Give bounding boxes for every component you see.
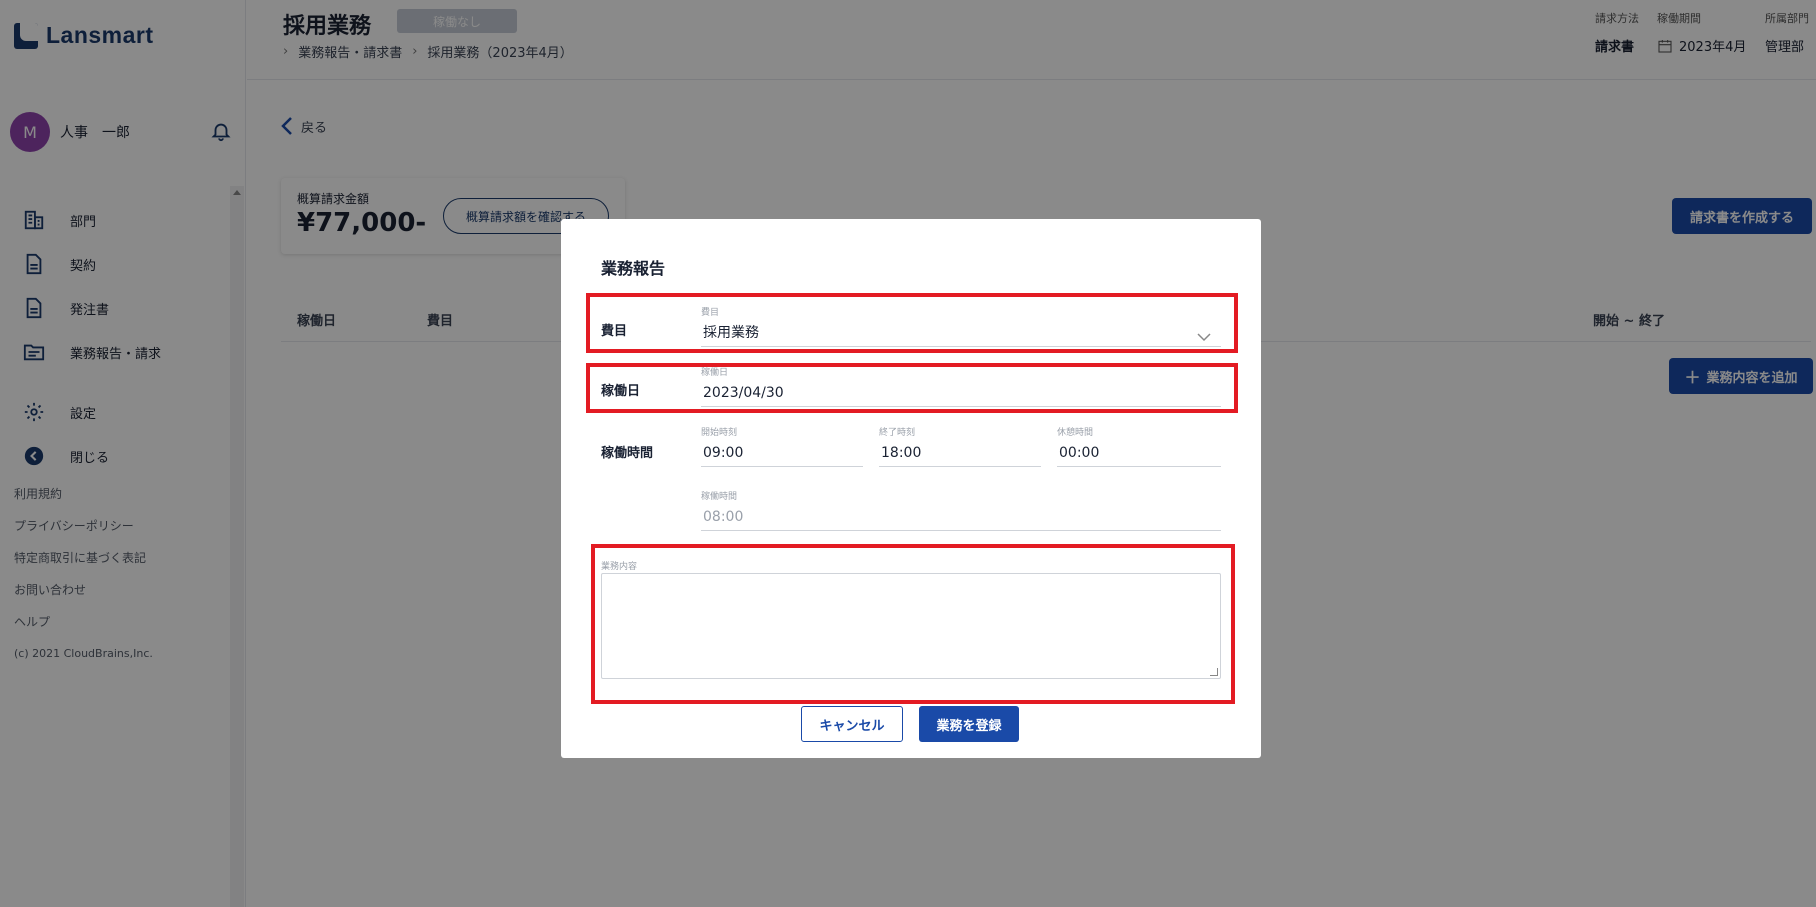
start-time-input[interactable]: 開始時刻 09:00 [701, 427, 863, 467]
highlight-box-work-content [591, 544, 1235, 704]
end-time-input[interactable]: 終了時刻 18:00 [879, 427, 1041, 467]
total-time-value: 08:00 [701, 503, 1221, 531]
cancel-button[interactable]: キャンセル [801, 706, 903, 742]
highlight-box-expense [586, 293, 1238, 353]
break-time-value: 00:00 [1057, 439, 1221, 467]
work-time-row-label: 稼働時間 [601, 446, 654, 461]
work-report-modal: 業務報告 費目 費目 採用業務 稼働日 稼働日 2023/04/30 稼働時間 … [561, 219, 1261, 758]
start-time-label: 開始時刻 [701, 428, 738, 438]
highlight-box-work-date [586, 363, 1238, 413]
end-time-label: 終了時刻 [879, 428, 916, 438]
end-time-value: 18:00 [879, 439, 1041, 467]
start-time-value: 09:00 [701, 439, 863, 467]
modal-title: 業務報告 [601, 259, 666, 278]
break-time-input[interactable]: 休憩時間 00:00 [1057, 427, 1221, 467]
break-time-label: 休憩時間 [1057, 428, 1094, 438]
register-work-button[interactable]: 業務を登録 [919, 706, 1019, 742]
total-time-label: 稼働時間 [701, 492, 738, 502]
total-time-field: 稼働時間 08:00 [701, 491, 1221, 531]
